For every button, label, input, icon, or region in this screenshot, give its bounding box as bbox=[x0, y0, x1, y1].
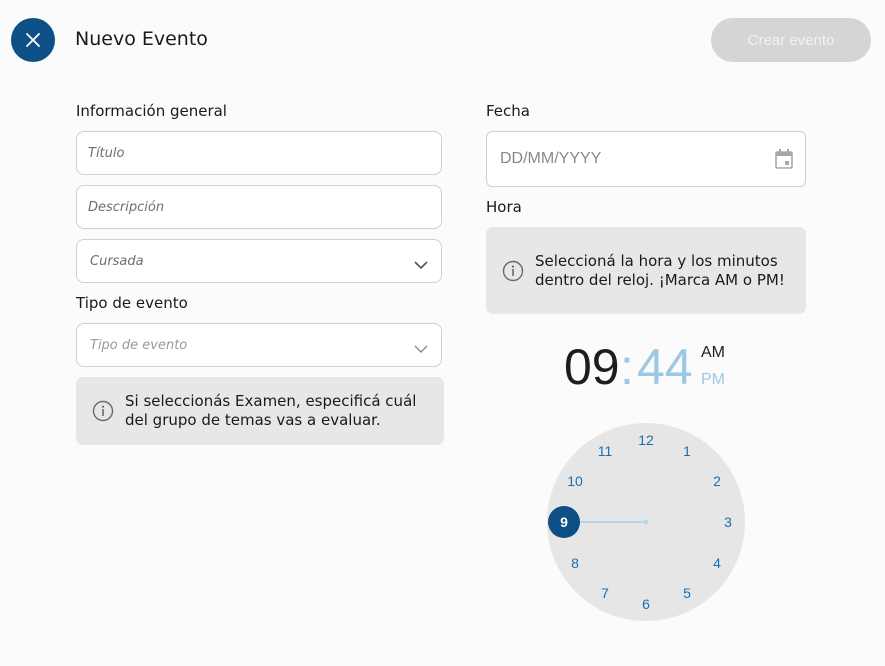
clock-svg: 121234567891011 bbox=[547, 423, 745, 621]
course-select[interactable]: Cursada bbox=[76, 239, 442, 283]
exam-info-box: Si seleccionás Examen, especificá cuál d… bbox=[76, 377, 444, 445]
close-icon bbox=[26, 33, 40, 47]
clock-number-12[interactable]: 12 bbox=[638, 432, 654, 448]
time-minutes[interactable]: 44 bbox=[637, 338, 693, 396]
chevron-down-icon bbox=[414, 345, 428, 353]
clock-number-3[interactable]: 3 bbox=[724, 514, 732, 530]
date-label: Fecha bbox=[486, 102, 530, 120]
date-placeholder: DD/MM/YYYY bbox=[500, 150, 602, 167]
time-info-text: Seleccioná la hora y los minutos dentro … bbox=[535, 251, 785, 289]
info-icon bbox=[92, 400, 114, 422]
clock-center bbox=[643, 519, 649, 525]
time-info-box: Seleccioná la hora y los minutos dentro … bbox=[486, 227, 806, 314]
calendar-icon[interactable] bbox=[774, 148, 794, 170]
chevron-down-icon bbox=[414, 261, 428, 270]
date-field[interactable]: DD/MM/YYYY bbox=[486, 131, 806, 187]
time-label: Hora bbox=[486, 198, 522, 216]
create-event-button[interactable]: Crear evento bbox=[711, 18, 871, 62]
course-placeholder: Cursada bbox=[90, 253, 144, 269]
exam-info-text: Si seleccionás Examen, especificá cuál d… bbox=[125, 392, 417, 429]
clock-number-9[interactable]: 9 bbox=[560, 514, 568, 530]
clock-number-1[interactable]: 1 bbox=[683, 443, 691, 459]
clock-number-2[interactable]: 2 bbox=[713, 473, 721, 489]
description-placeholder: Descripción bbox=[88, 199, 165, 215]
event-type-label: Tipo de evento bbox=[76, 294, 188, 312]
description-field[interactable]: Descripción bbox=[76, 185, 442, 229]
info-icon bbox=[502, 260, 524, 281]
clock-number-8[interactable]: 8 bbox=[571, 555, 579, 571]
clock-number-5[interactable]: 5 bbox=[683, 585, 691, 601]
clock-number-7[interactable]: 7 bbox=[601, 585, 609, 601]
pm-toggle[interactable]: PM bbox=[701, 371, 725, 389]
clock-number-6[interactable]: 6 bbox=[642, 596, 650, 612]
event-type-placeholder: Tipo de evento bbox=[90, 337, 188, 353]
page-title: Nuevo Evento bbox=[75, 28, 208, 50]
clock-number-11[interactable]: 11 bbox=[598, 443, 613, 459]
event-type-select[interactable]: Tipo de evento bbox=[76, 323, 442, 367]
am-toggle[interactable]: AM bbox=[701, 344, 725, 362]
clock-face[interactable]: 12 1 2 3 4 5 6 7 8 9 10 11 bbox=[547, 423, 745, 621]
close-button[interactable] bbox=[11, 18, 55, 62]
general-info-label: Información general bbox=[76, 102, 227, 120]
title-placeholder: Título bbox=[88, 145, 125, 161]
clock-number-4[interactable]: 4 bbox=[713, 555, 721, 571]
clock-number-10[interactable]: 10 bbox=[567, 473, 583, 489]
title-field[interactable]: Título bbox=[76, 131, 442, 175]
time-hours[interactable]: 09 bbox=[564, 338, 620, 396]
time-separator: : bbox=[620, 339, 634, 395]
